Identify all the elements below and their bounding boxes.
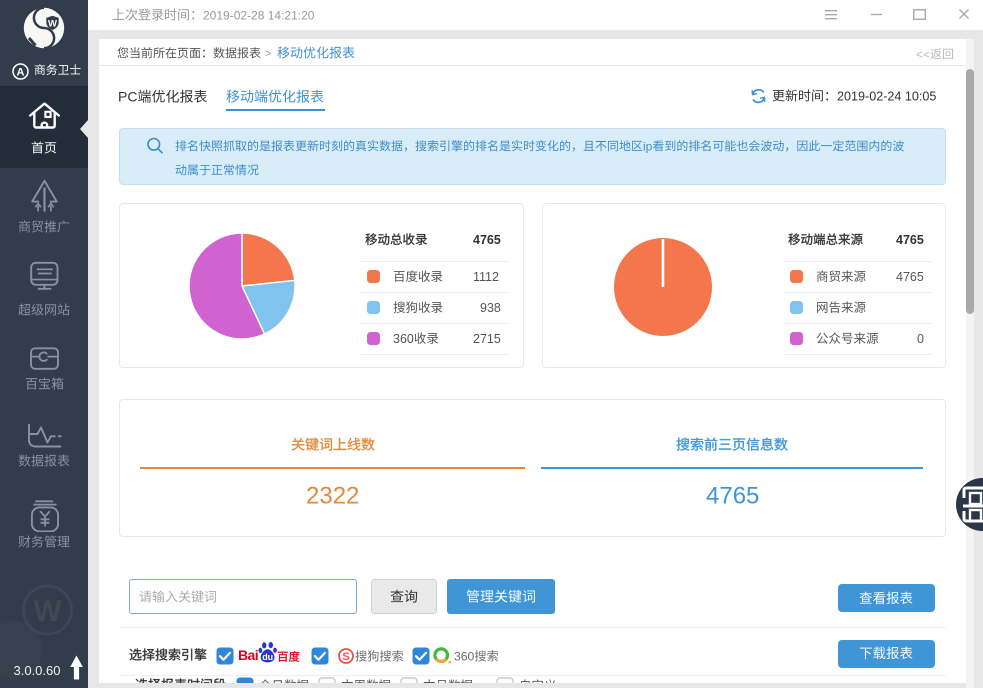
svg-text:938: 938 [480,301,501,315]
svg-text:4765: 4765 [706,483,759,510]
svg-text:360: 360 [393,331,414,345]
svg-text:4765: 4765 [896,269,924,283]
svg-text:2019-02-24 10:05: 2019-02-24 10:05 [837,90,936,104]
svg-text:W: W [33,595,62,628]
svg-text:2715: 2715 [473,331,501,345]
svg-text:A: A [16,66,24,78]
svg-text:du: du [262,652,273,662]
svg-text:1112: 1112 [473,269,499,283]
svg-text:ip: ip [643,139,653,153]
svg-text:0: 0 [917,331,924,345]
svg-text:2322: 2322 [306,483,359,510]
svg-text:>: > [265,48,271,60]
svg-text:W: W [48,18,57,29]
svg-text:PC: PC [118,88,137,104]
svg-text:4765: 4765 [896,232,924,246]
svg-text:2019-02-28 14:21:20: 2019-02-28 14:21:20 [203,9,315,23]
svg-text:<<: << [916,47,930,61]
svg-text:360: 360 [454,649,475,663]
svg-text:S: S [342,651,349,663]
svg-text:4765: 4765 [473,232,501,246]
